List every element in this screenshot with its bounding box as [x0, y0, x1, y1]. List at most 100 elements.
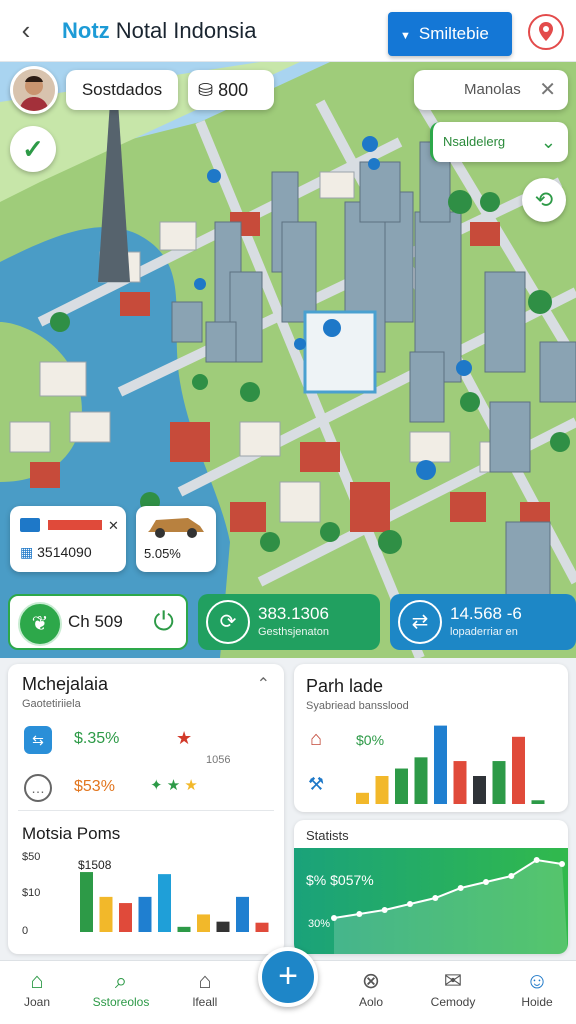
sliders-icon: ⇆	[24, 726, 52, 754]
bar	[512, 736, 525, 804]
crane-icon: ⚒	[308, 774, 325, 794]
search-placeholder: Manolas	[464, 81, 521, 98]
nav-messages[interactable]: ✉ Cemody	[418, 967, 488, 1009]
bar	[453, 761, 467, 804]
plus-icon: +	[278, 957, 298, 995]
player-name-badge: Sostdados	[66, 70, 178, 110]
side-value: 1056	[206, 754, 231, 766]
revenue-button[interactable]: ⟳ 383.1306 Gesthsjenaton	[198, 594, 380, 650]
power-icon[interactable]: ⏻	[153, 606, 174, 638]
stats-point	[331, 915, 337, 921]
chart-left: $50 $10 0	[22, 851, 269, 937]
chevron-left-icon[interactable]: ‹	[12, 16, 40, 44]
money-value: 800	[218, 80, 249, 100]
nav-label: Sstoreolos	[92, 995, 150, 1009]
nav-home[interactable]: ⌂ Joan	[2, 967, 72, 1009]
exchange-subtitle: lopaderriar en	[450, 626, 518, 638]
grid-icon: ▦	[20, 544, 34, 560]
revenue-value: 383.1306	[258, 604, 329, 623]
exchange-button[interactable]: ⇄ 14.568 -6 lopaderriar en	[390, 594, 576, 650]
stats-point	[559, 861, 565, 867]
divider	[18, 810, 274, 811]
bar	[375, 776, 389, 804]
revenue-subtitle: Gesthsjenaton	[258, 626, 329, 638]
bar	[492, 761, 506, 804]
title-text: Notal Indonsia	[115, 18, 257, 43]
stats-point	[483, 879, 489, 885]
avatar[interactable]	[10, 66, 58, 114]
y-tick-label: 0	[22, 925, 28, 937]
vehicle-value: 5.05%	[144, 546, 181, 561]
search-icon: ⌕	[114, 968, 128, 993]
compass-icon: ⊗	[361, 968, 381, 993]
nav-search[interactable]: ⌕ Sstoreolos	[86, 967, 156, 1009]
nav-explore[interactable]: ⊗ Aolo	[336, 967, 406, 1009]
control-row: ❦ Ch 509 ⏻ ⟳ 383.1306 Gesthsjenaton ⇄ 14…	[8, 594, 576, 652]
energy-button[interactable]: ❦ Ch 509 ⏻	[8, 594, 188, 650]
stats-point	[432, 895, 439, 901]
location-pin-icon[interactable]	[528, 14, 564, 50]
row-1-value: $.35%	[74, 730, 120, 747]
user-icon: ☺	[525, 968, 549, 993]
money-badge: ⛁ 800	[188, 70, 274, 110]
bar	[395, 768, 408, 804]
title-prefix: Notz	[62, 18, 110, 43]
coin-stack-icon: ⛁	[198, 80, 214, 100]
energy-value: Ch 509	[68, 612, 123, 631]
building-icon: ⌂	[310, 728, 323, 750]
bar	[158, 874, 171, 932]
nav-label: Aolo	[358, 995, 384, 1009]
chart-right	[356, 725, 545, 804]
nav-label: Joan	[23, 995, 51, 1009]
route-icon[interactable]: ⟲	[522, 178, 566, 222]
stats-point	[356, 911, 363, 917]
nav-profile[interactable]: ☺ Hoide	[502, 967, 572, 1009]
page-title: Notz Notal Indonsia	[62, 18, 256, 44]
stats-panel: Statists $% $057% 30%	[294, 820, 568, 954]
bar	[138, 896, 152, 932]
select-dropdown-button[interactable]: ▼ Smiltebie	[388, 12, 512, 56]
stats-point	[457, 885, 464, 891]
svg-text:✕: ✕	[108, 518, 119, 533]
chevron-up-icon[interactable]: ⌃	[257, 674, 270, 694]
car-icon	[148, 518, 204, 538]
caret-down-icon: ▼	[400, 30, 411, 42]
search-input[interactable]: Manolas ✕	[414, 70, 568, 110]
bar	[119, 903, 132, 932]
stats-point	[508, 873, 515, 879]
bar	[99, 896, 113, 932]
bar	[255, 922, 269, 932]
analysis-subtitle: Syabriead bansslood	[306, 700, 409, 712]
stats-chart	[294, 848, 568, 954]
bar	[434, 725, 447, 804]
y-tick-label: $50	[22, 851, 40, 863]
property-value: ▦ 3514090	[20, 544, 92, 561]
close-icon[interactable]: ✕	[539, 70, 556, 110]
property-value-text: 3514090	[37, 544, 92, 560]
chat-icon: …	[24, 774, 52, 802]
add-button[interactable]: +	[258, 947, 318, 1007]
nav-build[interactable]: ⌂ lfeall	[170, 967, 240, 1009]
top-bar: ‹ Notz Notal Indonsia ▼ Smiltebie	[0, 0, 576, 62]
property-card[interactable]: ✕ ▦ 3514090	[10, 506, 126, 572]
bottom-nav: ⌂ Joan ⌕ Sstoreolos ⌂ lfeall + ⊗ Aolo ✉ Cemod…	[0, 947, 576, 1024]
rating-stars: ✦ ★ ★	[150, 777, 198, 794]
summary-panel: Mchejalaia Gaotetiriiela ⌃ ⇆ $.35% ★ 105…	[8, 664, 284, 954]
bar	[197, 914, 210, 932]
row-2-value: $53%	[74, 778, 115, 795]
filter-dropdown[interactable]: Nsaldelerg ⌄	[430, 122, 568, 162]
bar	[414, 757, 428, 804]
refresh-icon: ⟳	[206, 600, 250, 644]
chart-left-title: Motsia Poms	[22, 824, 121, 843]
check-icon[interactable]: ✓	[10, 126, 56, 172]
nav-label: lfeall	[192, 995, 218, 1009]
vehicle-card[interactable]: 5.05%	[136, 506, 216, 572]
analysis-title: Parh lade	[306, 676, 384, 696]
mail-icon: ✉	[443, 968, 463, 993]
tag-icon: ✕	[20, 518, 119, 533]
stats-point	[381, 907, 388, 913]
analysis-panel: Parh lade Syabriead bansslood ⌂ ⚒ $0%	[294, 664, 568, 812]
summary-title: Mchejalaia	[22, 674, 109, 694]
stats-point	[407, 901, 413, 907]
bar	[216, 921, 230, 932]
